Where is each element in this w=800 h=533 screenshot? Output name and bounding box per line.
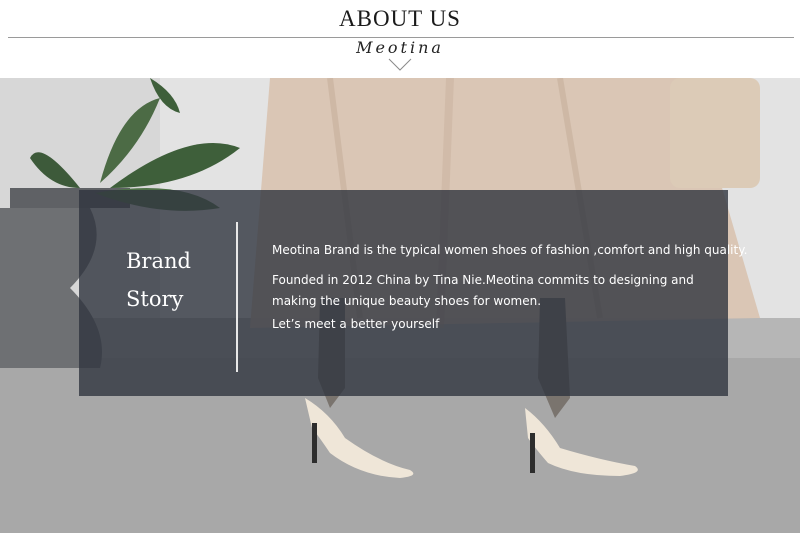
vertical-divider <box>236 222 238 372</box>
hero-image: Brand Story Meotina Brand is the typical… <box>0 78 800 533</box>
brand-story-heading: Brand Story <box>126 242 246 318</box>
story-paragraph-1: Meotina Brand is the typical women shoes… <box>272 243 748 257</box>
chevron-down-icon <box>388 58 412 71</box>
brand-story-panel: Brand Story Meotina Brand is the typical… <box>79 190 748 396</box>
story-paragraph-2: Founded in 2012 China by Tina Nie.Meotin… <box>272 273 694 308</box>
story-paragraph-3: Let’s meet a better yourself <box>272 317 440 331</box>
header: ABOUT US Meotina <box>0 0 800 78</box>
heading-line-brand: Brand <box>126 249 191 273</box>
brand-logo: Meotina <box>356 38 444 57</box>
heading-line-story: Story <box>126 287 184 311</box>
page-title: ABOUT US <box>339 6 461 31</box>
